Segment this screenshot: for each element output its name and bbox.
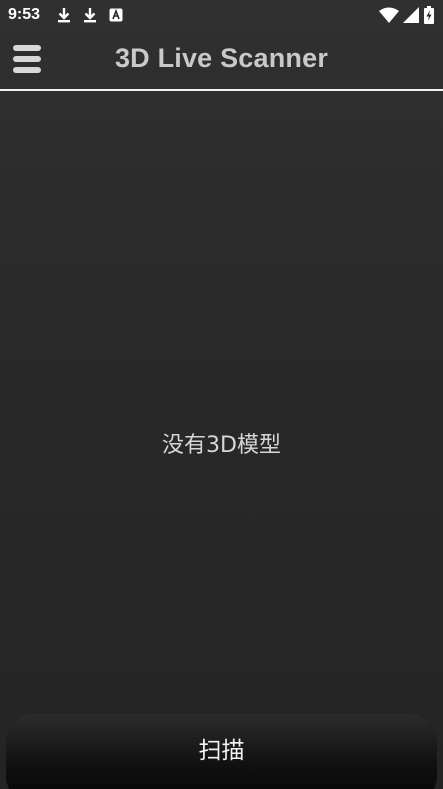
scan-button-label: 扫描 (198, 738, 245, 764)
status-time: 9:53 (8, 6, 41, 23)
app-title: 3D Live Scanner (114, 43, 329, 73)
a-badge-icon (108, 7, 124, 23)
download-icon (82, 7, 98, 23)
signal-icon (403, 7, 419, 23)
empty-state-message: 没有3D模型 (162, 433, 281, 458)
scan-button[interactable]: 扫描 (6, 714, 437, 789)
app-screen: 9:53 3D Live Scanner 没有3D模型 扫描 (0, 0, 443, 789)
status-bar: 9:53 (0, 0, 443, 30)
app-bar: 3D Live Scanner (0, 30, 443, 90)
status-right (379, 6, 435, 24)
battery-charging-icon (423, 6, 435, 24)
download-icon (56, 7, 72, 23)
status-left: 9:53 (8, 6, 124, 24)
app-bar-divider (0, 89, 443, 91)
wifi-icon (379, 7, 399, 23)
